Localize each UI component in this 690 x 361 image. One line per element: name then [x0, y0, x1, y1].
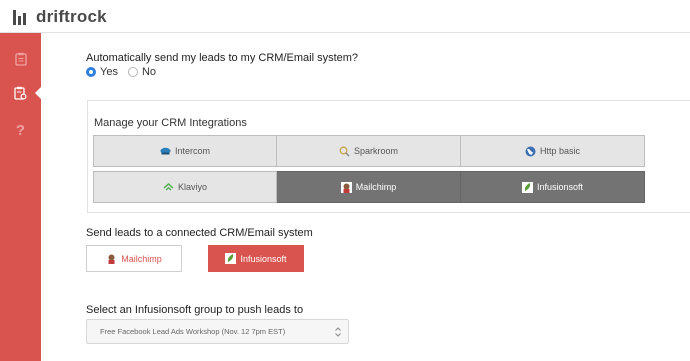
logo-bars-icon [13, 9, 30, 25]
select-arrows-icon [335, 327, 341, 337]
radio-yes-label[interactable]: Yes [100, 66, 118, 78]
integration-klaviyo-button[interactable]: Klaviyo [93, 171, 277, 203]
clipboard-settings-icon [14, 86, 27, 100]
sidebar: ? [0, 33, 42, 361]
sidebar-item-integrations[interactable] [0, 78, 42, 108]
crm-integrations-panel: Manage your CRM Integrations Intercom Sp… [87, 100, 690, 213]
brand-logo[interactable]: driftrock [13, 7, 107, 27]
globe-icon [525, 146, 536, 156]
send-option-label: Infusionsoft [240, 253, 287, 264]
auto-send-options: Yes No [86, 66, 166, 78]
integration-http-basic-button[interactable]: Http basic [461, 135, 645, 167]
radio-yes[interactable] [86, 67, 96, 77]
crm-integrations-grid: Intercom Sparkroom Http basic Klaviyo Ma… [93, 135, 645, 207]
send-infusionsoft-button[interactable]: Infusionsoft [208, 245, 304, 272]
auto-send-question: Automatically send my leads to my CRM/Em… [86, 52, 359, 64]
brand-name: driftrock [36, 7, 107, 26]
clipboard-icon [14, 52, 27, 66]
integration-label: Intercom [174, 146, 210, 156]
group-select-label: Select an Infusionsoft group to push lea… [86, 304, 304, 316]
main-content: Automatically send my leads to my CRM/Em… [41, 33, 690, 361]
infusionsoft-icon [225, 253, 237, 264]
radio-no[interactable] [127, 67, 138, 77]
mailchimp-icon [108, 254, 115, 264]
send-mailchimp-button[interactable]: Mailchimp [86, 245, 182, 272]
integration-sparkroom-button[interactable]: Sparkroom [277, 135, 461, 167]
integration-label: Mailchimp [355, 182, 397, 192]
klaviyo-icon [163, 182, 174, 190]
group-select-value: Free Facebook Lead Ads Workshop (Nov. 12… [100, 327, 286, 336]
integration-label: Sparkroom [353, 146, 398, 156]
intercom-icon [160, 147, 171, 154]
sparkroom-icon [339, 146, 350, 157]
integration-label: Http basic [539, 146, 581, 156]
integration-mailchimp-button[interactable]: Mailchimp [277, 171, 461, 203]
help-icon: ? [15, 121, 26, 139]
integration-infusionsoft-button[interactable]: Infusionsoft [461, 171, 645, 203]
mailchimp-icon [340, 181, 352, 193]
sidebar-item-clipboard[interactable] [0, 44, 41, 74]
send-option-label: Mailchimp [121, 253, 162, 264]
radio-no-label[interactable]: No [142, 66, 156, 78]
send-leads-options: Mailchimp Infusionsoft [86, 245, 304, 272]
top-bar: driftrock [0, 0, 690, 33]
sidebar-item-help[interactable]: ? [0, 115, 41, 145]
group-select[interactable]: Free Facebook Lead Ads Workshop (Nov. 12… [86, 319, 349, 344]
integration-label: Klaviyo [177, 182, 207, 192]
crm-panel-title: Manage your CRM Integrations [94, 117, 247, 129]
infusionsoft-icon [521, 181, 533, 193]
send-leads-label: Send leads to a connected CRM/Email syst… [86, 227, 313, 239]
integration-intercom-button[interactable]: Intercom [93, 135, 277, 167]
integration-label: Infusionsoft [536, 182, 584, 192]
